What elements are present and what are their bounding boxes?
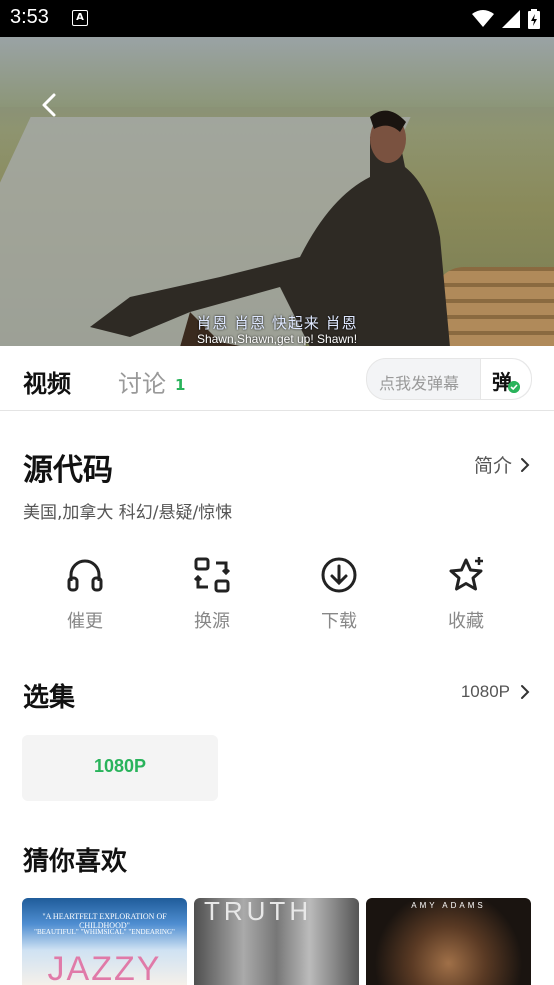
battery-icon xyxy=(528,9,540,29)
page-title: 源代码 xyxy=(23,453,113,488)
status-time: 3:53 xyxy=(10,6,49,28)
action-bar: 催更 换源 下载 收藏 xyxy=(0,555,554,645)
chevron-right-icon xyxy=(521,685,530,699)
download-icon xyxy=(321,557,357,593)
favorite-label: 收藏 xyxy=(448,611,484,632)
subtitle-chinese: 肖恩 肖恩 快起来 肖恩 xyxy=(196,314,358,332)
quality-label: 1080P xyxy=(460,682,510,701)
episodes-heading: 选集 xyxy=(23,683,76,713)
signal-icon xyxy=(502,10,520,28)
status-bar: 3:53 A xyxy=(0,0,554,37)
remind-update-label: 催更 xyxy=(67,611,103,632)
danmaku-box: 点我发弹幕 弹 xyxy=(366,358,532,400)
switch-source-button[interactable]: 换源 xyxy=(172,555,252,633)
favorite-button[interactable]: 收藏 xyxy=(426,555,506,633)
poster-title: JAZZY xyxy=(47,950,162,985)
tab-discuss[interactable]: 讨论 xyxy=(118,364,166,399)
headphones-icon xyxy=(67,559,103,592)
poster-title: TRUTH xyxy=(204,898,313,926)
poster-subtag: "BEAUTIFUL" "WHIMSICAL" "ENDEARING" xyxy=(34,928,175,936)
discuss-count-badge: 1 xyxy=(175,376,186,394)
episode-item-label: 1080P xyxy=(93,756,147,776)
switch-source-icon xyxy=(193,557,231,593)
quality-selector[interactable]: 1080P xyxy=(461,682,530,702)
check-icon xyxy=(508,381,520,393)
star-icon xyxy=(449,557,483,591)
poster-title: AMY ADAMS xyxy=(411,901,486,910)
download-label: 下载 xyxy=(321,611,357,632)
intro-link[interactable]: 简介 xyxy=(474,451,530,478)
notification-a-icon: A xyxy=(72,10,88,26)
episode-item[interactable]: 1080P xyxy=(22,735,218,801)
recommend-poster[interactable]: "A HEARTFELT EXPLORATION OF CHILDHOOD" "… xyxy=(22,898,187,985)
back-arrow-icon[interactable] xyxy=(36,89,64,121)
detail-tabs: 视频 讨论 1 点我发弹幕 弹 xyxy=(0,346,554,411)
switch-source-label: 换源 xyxy=(194,611,230,632)
subtitle-english: Shawn,Shawn,get up! Shawn! xyxy=(196,332,358,346)
video-player[interactable]: 肖恩 肖恩 快起来 肖恩 Shawn,Shawn,get up! Shawn! xyxy=(0,37,554,346)
recommend-poster[interactable]: TRUTH xyxy=(194,898,359,985)
recommend-heading: 猜你喜欢 xyxy=(23,847,128,877)
video-frame-figure xyxy=(90,110,450,346)
danmaku-toggle-button[interactable]: 弹 xyxy=(480,359,531,399)
danmaku-input[interactable]: 点我发弹幕 xyxy=(379,370,459,394)
recommend-poster[interactable]: AMY ADAMS xyxy=(366,898,531,985)
recommend-list: "A HEARTFELT EXPLORATION OF CHILDHOOD" "… xyxy=(22,898,532,985)
tab-video[interactable]: 视频 xyxy=(23,364,71,399)
remind-update-button[interactable]: 催更 xyxy=(45,555,125,633)
movie-meta: 美国,加拿大 科幻/悬疑/惊悚 xyxy=(23,503,233,523)
status-icons xyxy=(472,9,540,29)
intro-label: 简介 xyxy=(473,455,512,477)
chevron-right-icon xyxy=(521,457,530,472)
download-button[interactable]: 下载 xyxy=(299,555,379,633)
wifi-icon xyxy=(472,10,494,27)
